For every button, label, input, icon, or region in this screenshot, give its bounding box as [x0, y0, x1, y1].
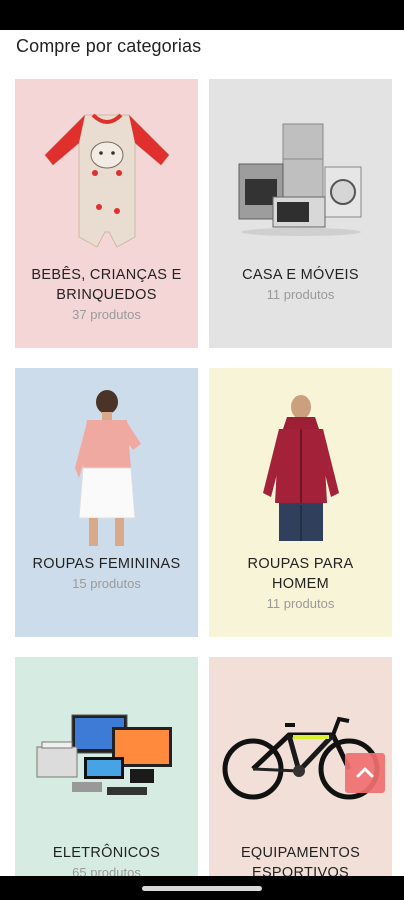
scroll-to-top-button[interactable]: [345, 753, 385, 793]
category-name: ROUPAS PARA HOMEM: [247, 556, 354, 592]
chevron-up-icon: [356, 767, 374, 778]
baby-onesie-image: [15, 99, 198, 259]
category-count: 11 produtos: [266, 287, 335, 302]
mens-hoodie-image: [209, 388, 392, 548]
category-card-baby[interactable]: BEBÊS, CRIANÇAS E BRINQUEDOS 37 produtos: [15, 79, 198, 348]
section-title: Compre por categorias: [16, 36, 202, 56]
category-count: 11 produtos: [266, 596, 335, 611]
home-indicator[interactable]: [142, 886, 262, 891]
category-count: 15 produtos: [72, 576, 141, 591]
category-name: EQUIPAMENTOS ESPORTIVOS: [240, 845, 361, 877]
category-card-women[interactable]: ROUPAS FEMININAS 15 produtos: [15, 368, 198, 637]
category-name: ROUPAS FEMININAS: [32, 556, 181, 572]
home-appliances-image: [209, 99, 392, 259]
category-count: 37 produtos: [72, 307, 141, 322]
category-name: ELETRÔNICOS: [52, 845, 161, 861]
status-bar: [0, 0, 404, 30]
category-name: CASA E MÓVEIS: [242, 267, 359, 283]
womens-clothing-image: [15, 388, 198, 548]
category-card-electronics[interactable]: ELETRÔNICOS 65 produtos: [15, 657, 198, 877]
category-name: BEBÊS, CRIANÇAS E BRINQUEDOS: [31, 267, 182, 303]
system-nav-bar: [0, 876, 404, 900]
category-card-home[interactable]: CASA E MÓVEIS 11 produtos: [209, 79, 392, 348]
category-card-men[interactable]: ROUPAS PARA HOMEM 11 produtos: [209, 368, 392, 637]
electronics-image: [15, 677, 198, 837]
